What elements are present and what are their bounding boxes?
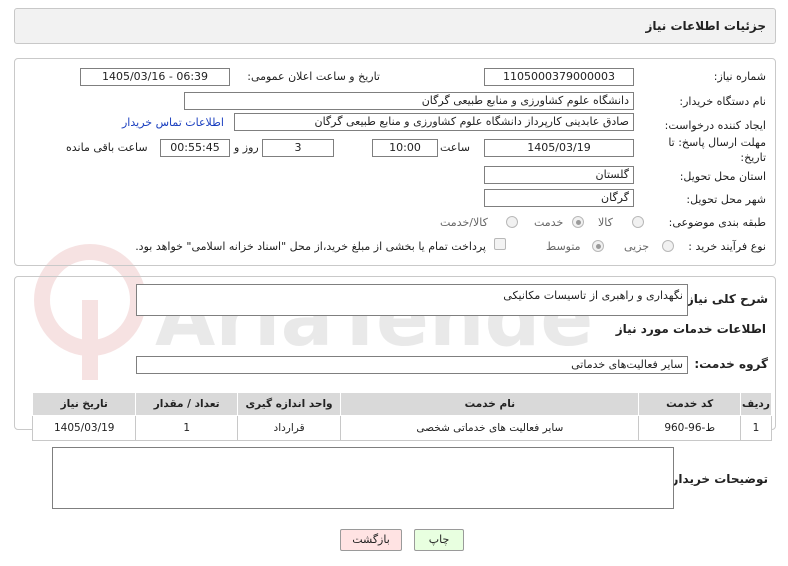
treasury-payment-note: پرداخت تمام یا بخشی از مبلغ خرید،از محل …	[135, 240, 486, 253]
col-header-code: کد خدمت	[638, 392, 741, 416]
buyer-org-label: نام دستگاه خریدار:	[679, 95, 766, 108]
description-label: شرح کلی نیاز:	[682, 292, 768, 306]
city-field: گرگان	[484, 189, 634, 207]
category-option-service: خدمت	[534, 216, 564, 229]
category-radio-goods-service[interactable]	[506, 216, 518, 228]
deadline-time-field: 10:00	[372, 139, 438, 157]
cell-quantity: 1	[135, 415, 238, 441]
back-button[interactable]: بازگشت	[340, 529, 402, 551]
page-title: جزئیات اطلاعات نیاز	[645, 19, 766, 33]
services-table-header: ردیف کد خدمت نام خدمت واحد اندازه گیری ت…	[31, 392, 773, 416]
cell-unit: قرارداد	[236, 415, 342, 441]
col-header-service-name: نام خدمت	[340, 392, 640, 416]
treasury-payment-checkbox[interactable]	[494, 238, 506, 250]
remaining-time-label: ساعت باقی مانده	[66, 141, 148, 154]
buyer-contact-link[interactable]: اطلاعات تماس خریدار	[122, 116, 224, 129]
col-header-unit: واحد اندازه گیری	[236, 392, 342, 416]
deadline-date-field: 1405/03/19	[484, 139, 634, 157]
category-label: طبقه بندی موضوعی:	[668, 216, 766, 229]
service-group-label: گروه خدمت:	[694, 357, 768, 371]
remaining-time-field: 00:55:45	[160, 139, 230, 157]
category-radio-goods[interactable]	[632, 216, 644, 228]
services-table: ردیف کد خدمت نام خدمت واحد اندازه گیری ت…	[31, 392, 773, 441]
process-radio-medium[interactable]	[592, 240, 604, 252]
table-row: 1 ط-96-960 سایر فعالیت های خدماتی شخصی ق…	[31, 415, 773, 441]
requester-field: صادق عابدینی کارپرداز دانشگاه علوم کشاور…	[234, 113, 634, 131]
cell-row-number: 1	[739, 415, 773, 441]
announce-datetime-label: تاریخ و ساعت اعلان عمومی:	[247, 70, 380, 83]
province-label: استان محل تحویل:	[679, 170, 766, 183]
category-radio-service[interactable]	[572, 216, 584, 228]
deadline-time-label: ساعت	[440, 141, 470, 154]
deadline-days-label: روز و	[234, 141, 259, 154]
cell-need-date: 1405/03/19	[31, 415, 137, 441]
province-field: گلستان	[484, 166, 634, 184]
cell-service-code: ط-96-960	[638, 415, 741, 441]
services-section-title: اطلاعات خدمات مورد نیاز	[615, 322, 766, 336]
cell-service-name: سایر فعالیت های خدماتی شخصی	[340, 415, 640, 441]
need-number-field: 1105000379000003	[484, 68, 634, 86]
category-option-goods-service: کالا/خدمت	[440, 216, 488, 229]
col-header-row: ردیف	[739, 392, 773, 416]
buyer-notes-field[interactable]	[52, 447, 674, 509]
deadline-label-line2: تاریخ:	[740, 151, 766, 164]
col-header-need-date: تاریخ نیاز	[31, 392, 137, 416]
announce-datetime-field: 1405/03/16 - 06:39	[80, 68, 230, 86]
print-button[interactable]: چاپ	[414, 529, 464, 551]
category-option-goods: کالا	[598, 216, 613, 229]
buyer-org-field: دانشگاه علوم کشاورزی و منابع طبیعی گرگان	[184, 92, 634, 110]
process-radio-minor[interactable]	[662, 240, 674, 252]
col-header-quantity: تعداد / مقدار	[135, 392, 238, 416]
deadline-label-line1: مهلت ارسال پاسخ: تا	[668, 136, 766, 149]
info-panel	[14, 58, 776, 266]
description-field: نگهداری و راهبری از تاسیسات مکانیکی	[136, 284, 688, 316]
process-type-label: نوع فرآیند خرید :	[688, 240, 766, 253]
process-option-medium: متوسط	[546, 240, 581, 253]
process-option-minor: جزیی	[624, 240, 650, 253]
city-label: شهر محل تحویل:	[686, 193, 766, 206]
service-group-field: سایر فعالیت‌های خدماتی	[136, 356, 688, 374]
deadline-days-field: 3	[262, 139, 334, 157]
need-number-label: شماره نیاز:	[713, 70, 766, 83]
requester-label: ایجاد کننده درخواست:	[664, 119, 766, 132]
buyer-notes-label: توضیحات خریدار:	[666, 472, 768, 486]
